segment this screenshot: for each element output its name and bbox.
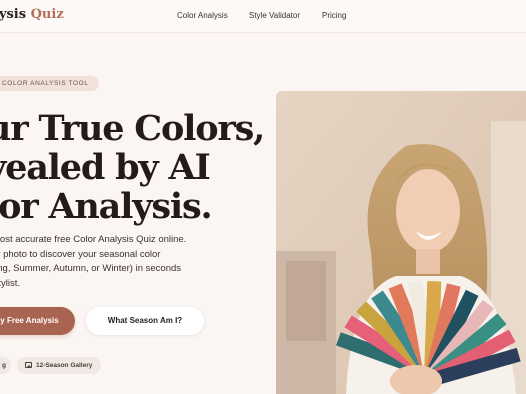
brand-logo[interactable]: lysis Quiz (0, 7, 64, 22)
hero-heading: ur True Colors, vealed by AI lor Analysi… (0, 108, 265, 227)
nav-link-pricing[interactable]: Pricing (322, 11, 346, 20)
nav-link-style-validator[interactable]: Style Validator (249, 11, 300, 20)
heading-line: vealed by AI (0, 147, 211, 188)
what-season-button[interactable]: What Season Am I? (86, 307, 204, 335)
tool-tag: COLOR ANALYSIS TOOL (0, 76, 99, 91)
gallery-chip[interactable]: 12-Season Gallery (17, 357, 101, 374)
image-icon (25, 362, 32, 368)
description-line: most accurate free Color Analysis Quiz o… (0, 234, 187, 245)
nav-link-color-analysis[interactable]: Color Analysis (177, 11, 228, 20)
woman-with-color-swatches-image (276, 91, 526, 394)
start-analysis-button[interactable]: y Free Analysis (0, 307, 75, 335)
heading-line: lor Analysis. (0, 186, 213, 227)
hero-description: most accurate free Color Analysis Quiz o… (0, 233, 224, 291)
top-nav: lysis Quiz Color Analysis Style Validato… (0, 0, 526, 33)
gallery-chip-label: 12-Season Gallery (36, 362, 93, 369)
description-line: ring, Summer, Autumn, or Winter) in seco… (0, 263, 182, 274)
description-line: Stylist. (0, 277, 20, 289)
feature-chip[interactable]: g (0, 357, 11, 374)
heading-line: ur True Colors, (0, 108, 265, 149)
hero-photo (276, 91, 526, 394)
description-line: ur photo to discover your seasonal color (0, 248, 161, 260)
